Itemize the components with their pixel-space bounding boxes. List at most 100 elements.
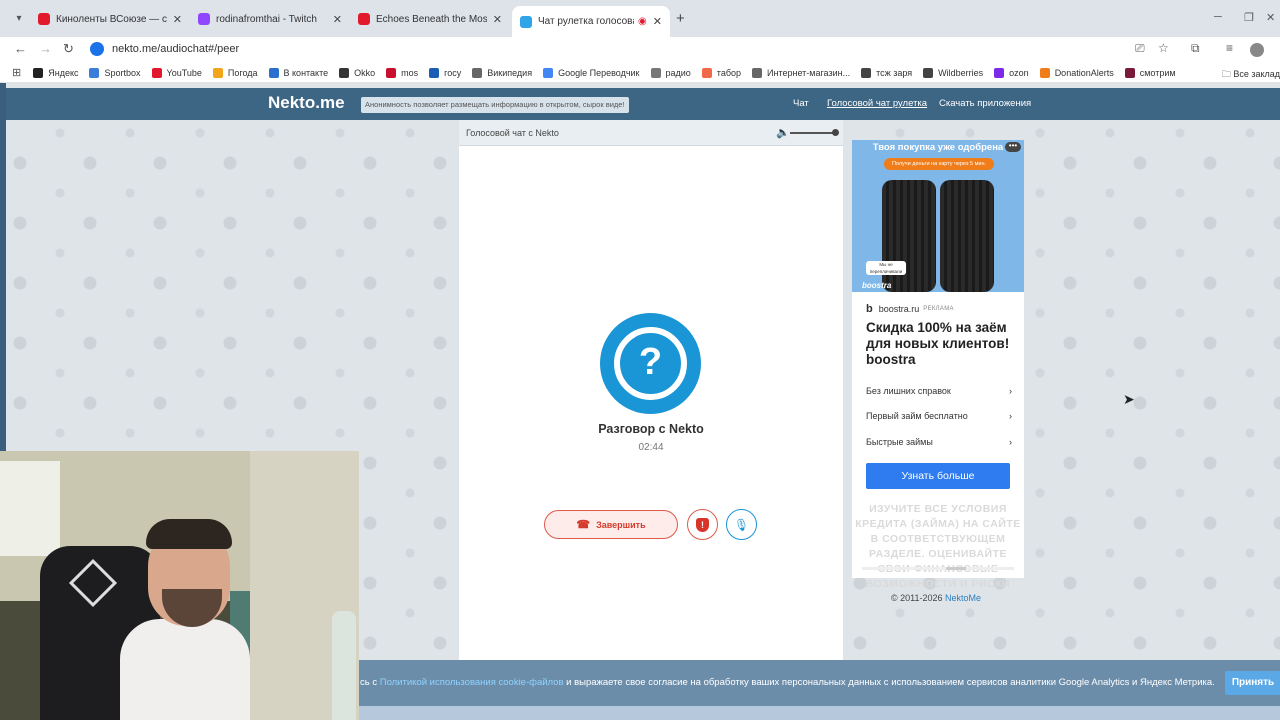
ad-feature-link[interactable]: Первый займ бесплатно ›	[866, 411, 1012, 421]
nekto-favicon-icon	[520, 15, 532, 28]
site-logo[interactable]: Nekto.me	[268, 93, 345, 113]
ad-menu-icon[interactable]: •••	[1005, 142, 1021, 152]
bookmark-favicon-icon	[212, 67, 223, 78]
nav-link-voice-chat[interactable]: Голосовой чат рулетка	[827, 98, 927, 109]
bookmark-label: Википедия	[487, 67, 533, 78]
bookmark-item[interactable]: госу	[429, 67, 461, 78]
nav-link-download-apps[interactable]: Скачать приложения	[939, 98, 1031, 109]
tab-title: Чат рулетка голосовая —	[538, 16, 634, 27]
bookmark-item[interactable]: Яндекс	[33, 67, 79, 78]
tab-search-icon[interactable]: ▾	[10, 10, 28, 28]
bookmark-item[interactable]: Sportbox	[89, 67, 141, 78]
maximize-icon[interactable]: ❐	[1244, 11, 1254, 24]
reload-icon[interactable]: ↻	[63, 41, 74, 57]
bookmark-star-icon[interactable]: ☆	[1158, 41, 1169, 55]
browser-tab[interactable]: Киноленты ВСоюзе — смотреть ✕	[30, 8, 190, 30]
bookmark-item[interactable]: Wildberries	[923, 67, 983, 78]
url-text[interactable]: nekto.me/audiochat#/peer	[112, 43, 239, 55]
profile-avatar[interactable]	[1250, 43, 1264, 57]
ad-feature-label: Без лишних справок	[866, 386, 951, 396]
volume-slider-knob[interactable]	[832, 129, 839, 136]
bookmark-item[interactable]: mos	[386, 67, 419, 78]
browser-toolbar: ← → ↻ nekto.me/audiochat#/peer ⎚ ☆ ⧉ ≡	[0, 37, 1280, 63]
address-bar[interactable]: nekto.me/audiochat#/peer	[84, 38, 1124, 60]
volume-slider[interactable]	[790, 132, 836, 134]
webcam-bottle	[332, 611, 356, 720]
cookie-consent-text: сь с Политикой использования cookie-файл…	[360, 677, 1215, 688]
close-window-icon[interactable]: ✕	[1266, 11, 1275, 24]
bookmark-item[interactable]: табор	[701, 67, 741, 78]
bookmark-item[interactable]: В контакте	[268, 67, 328, 78]
ad-feature-link[interactable]: Без лишних справок ›	[866, 386, 1012, 396]
close-tab-icon[interactable]: ✕	[333, 13, 342, 26]
cookie-accept-button[interactable]: Принять	[1225, 671, 1280, 695]
bookmark-favicon-icon	[861, 67, 872, 78]
bookmark-label: Интернет-магазин...	[767, 67, 851, 78]
youtube-icon	[358, 13, 370, 25]
cookie-prefix: сь с	[360, 677, 380, 688]
ad-progress-bar	[862, 567, 1014, 570]
extensions-icon[interactable]: ⧉	[1191, 41, 1200, 56]
bookmark-item[interactable]: Погода	[212, 67, 258, 78]
bookmark-label: Яндекс	[48, 67, 79, 78]
report-button[interactable]: !	[687, 509, 718, 540]
ad-domain[interactable]: b boostra.ru РЕКЛАМА	[866, 303, 954, 315]
bookmark-item[interactable]: радио	[650, 67, 691, 78]
ad-title[interactable]: Скидка 100% на заём для новых клиентов! …	[866, 320, 1016, 368]
media-control-icon[interactable]: ≡	[1226, 41, 1233, 55]
bookmark-item[interactable]: Google Переводчик	[543, 67, 640, 78]
bookmark-favicon-icon	[543, 67, 554, 78]
close-tab-icon[interactable]: ✕	[493, 13, 502, 26]
conversation-title: Разговор с Nekto	[598, 422, 704, 436]
bookmark-favicon-icon	[268, 67, 279, 78]
bookmark-label: Sportbox	[104, 67, 141, 78]
microphone-button[interactable]: 🎙	[726, 509, 757, 540]
bookmark-favicon-icon	[472, 67, 483, 78]
end-call-button[interactable]: ☎ Завершить	[544, 510, 678, 539]
ad-feature-link[interactable]: Быстрые займы ›	[866, 437, 1012, 447]
bookmark-item[interactable]: Интернет-магазин...	[752, 67, 851, 78]
cookie-policy-link[interactable]: Политикой использования cookie-файлов	[380, 677, 564, 688]
forward-icon[interactable]: →	[39, 41, 52, 56]
advertisement[interactable]: Твоя покупка уже одобрена ••• Получи ден…	[852, 140, 1024, 590]
all-bookmarks-folder[interactable]: 🗀 Все заклад	[1222, 67, 1280, 83]
bookmark-item[interactable]: ozon	[994, 67, 1029, 78]
ad-label: РЕКЛАМА	[923, 306, 954, 312]
volume-icon[interactable]: 🔈	[776, 126, 790, 139]
site-info-icon[interactable]	[90, 42, 104, 56]
bookmark-item[interactable]: тсж заря	[861, 67, 912, 78]
bookmark-favicon-icon	[1124, 67, 1135, 78]
cast-icon[interactable]: ⎚	[1135, 41, 1145, 56]
bookmark-item[interactable]: смотрим	[1124, 67, 1176, 78]
nav-link-chat[interactable]: Чат	[793, 98, 809, 109]
bookmark-favicon-icon	[33, 67, 44, 78]
chat-panel-header: Голосовой чат с Nekto 🔈	[459, 120, 843, 146]
bookmark-label: Google Переводчик	[558, 67, 640, 78]
browser-tab[interactable]: rodinafromthai - Twitch ✕	[190, 8, 350, 30]
bookmark-item[interactable]: DonationAlerts	[1039, 67, 1114, 78]
bookmark-item[interactable]: Okko	[339, 67, 376, 78]
bookmark-label: радио	[665, 67, 691, 78]
apps-grid-icon[interactable]: ⊞	[12, 66, 21, 79]
minimize-icon[interactable]: ─	[1214, 11, 1222, 23]
chevron-right-icon: ›	[1009, 386, 1012, 396]
chevron-right-icon: ›	[1009, 437, 1012, 447]
browser-tab-active[interactable]: Чат рулетка голосовая — ◉ ✕	[512, 6, 670, 37]
copyright-link[interactable]: NektoMe	[945, 593, 981, 603]
browser-tab-bar: ▾ Киноленты ВСоюзе — смотреть ✕ rodinafr…	[0, 0, 1280, 37]
recording-icon: ◉	[638, 16, 647, 27]
close-tab-icon[interactable]: ✕	[173, 13, 182, 26]
browser-tab[interactable]: Echoes Beneath the Moss Organ ✕	[350, 8, 510, 30]
youtube-icon	[38, 13, 50, 25]
bookmark-item[interactable]: YouTube	[151, 67, 202, 78]
ad-image[interactable]: Твоя покупка уже одобрена ••• Получи ден…	[852, 140, 1024, 292]
bookmark-label: Okko	[354, 67, 376, 78]
chat-panel-title: Голосовой чат с Nekto	[466, 128, 559, 138]
new-tab-icon[interactable]: +	[676, 10, 685, 27]
webcam-person-body	[120, 619, 250, 720]
back-icon[interactable]: ←	[14, 41, 27, 56]
ad-cta-button[interactable]: Узнать больше	[866, 463, 1010, 489]
close-tab-icon[interactable]: ✕	[653, 15, 662, 28]
bookmark-label: mos	[401, 67, 419, 78]
bookmark-item[interactable]: Википедия	[472, 67, 533, 78]
